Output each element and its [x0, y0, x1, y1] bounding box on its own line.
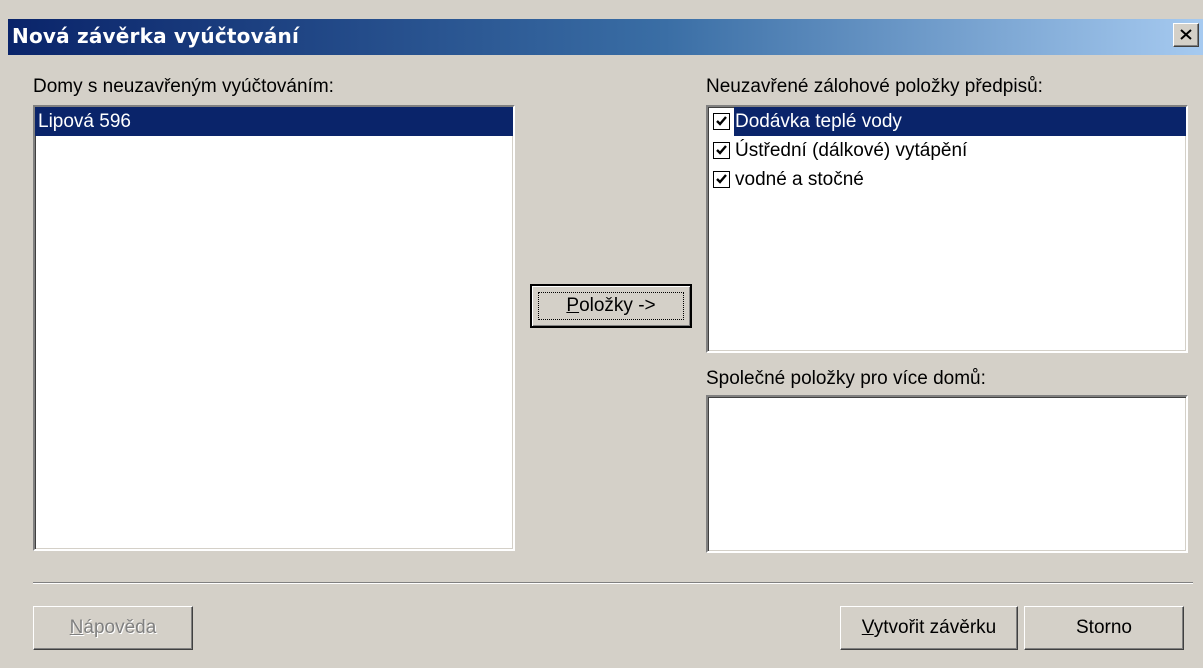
create-closure-button-text: ytvořit závěrku — [873, 617, 997, 638]
checkmark-icon — [716, 145, 727, 155]
create-closure-button-mnemonic: V — [861, 617, 874, 638]
open-items-listbox[interactable]: Dodávka teplé vody Ústřední (dálkové) vyt… — [706, 105, 1188, 353]
shared-items-listbox[interactable] — [706, 395, 1188, 553]
title-bar[interactable]: Nová závěrka vyúčtování — [8, 19, 1203, 55]
help-button-text: ápověda — [83, 617, 157, 638]
open-item-row[interactable]: vodné a stočné — [708, 165, 1186, 194]
open-item-row[interactable]: Ústřední (dálkové) vytápění — [708, 136, 1186, 165]
open-item-row[interactable]: Dodávka teplé vody — [708, 107, 1186, 136]
checkmark-icon — [716, 116, 727, 126]
close-button[interactable] — [1173, 23, 1199, 47]
close-icon — [1180, 29, 1192, 40]
new-billing-closure-dialog: Nová závěrka vyúčtování Domy s neuzavřen… — [0, 0, 1203, 668]
items-button-text: oložky -> — [579, 295, 656, 316]
footer-separator — [33, 582, 1193, 584]
open-item-label: Ústřední (dálkové) vytápění — [735, 140, 968, 161]
cancel-button[interactable]: Storno — [1024, 606, 1184, 650]
create-closure-button[interactable]: Vytvořit závěrku — [840, 606, 1018, 650]
checkmark-icon — [716, 174, 727, 184]
dialog-title: Nová závěrka vyúčtování — [12, 24, 300, 48]
checkbox[interactable] — [713, 142, 730, 159]
houses-listbox[interactable]: Lipová 596 — [33, 105, 515, 551]
house-list-item[interactable]: Lipová 596 — [35, 107, 513, 136]
open-item-label: vodné a stočné — [735, 169, 864, 190]
checkbox[interactable] — [713, 171, 730, 188]
help-button[interactable]: Nápověda — [33, 606, 193, 650]
shared-items-label: Společné položky pro více domů: — [706, 368, 986, 389]
open-items-label: Neuzavřené zálohové položky předpisů: — [706, 76, 1043, 97]
items-button[interactable]: Položky -> — [530, 284, 692, 328]
items-button-mnemonic: P — [566, 295, 580, 316]
create-closure-button-label: Vytvořit závěrku — [841, 617, 1017, 639]
cancel-button-label: Storno — [1076, 617, 1132, 638]
help-button-label: Nápověda — [34, 617, 192, 639]
help-button-mnemonic: N — [69, 617, 84, 638]
houses-list-label: Domy s neuzavřeným vyúčtováním: — [33, 76, 334, 97]
open-item-label: Dodávka teplé vody — [734, 107, 1186, 136]
checkbox[interactable] — [713, 113, 730, 130]
items-button-label: Položky -> — [532, 295, 690, 317]
